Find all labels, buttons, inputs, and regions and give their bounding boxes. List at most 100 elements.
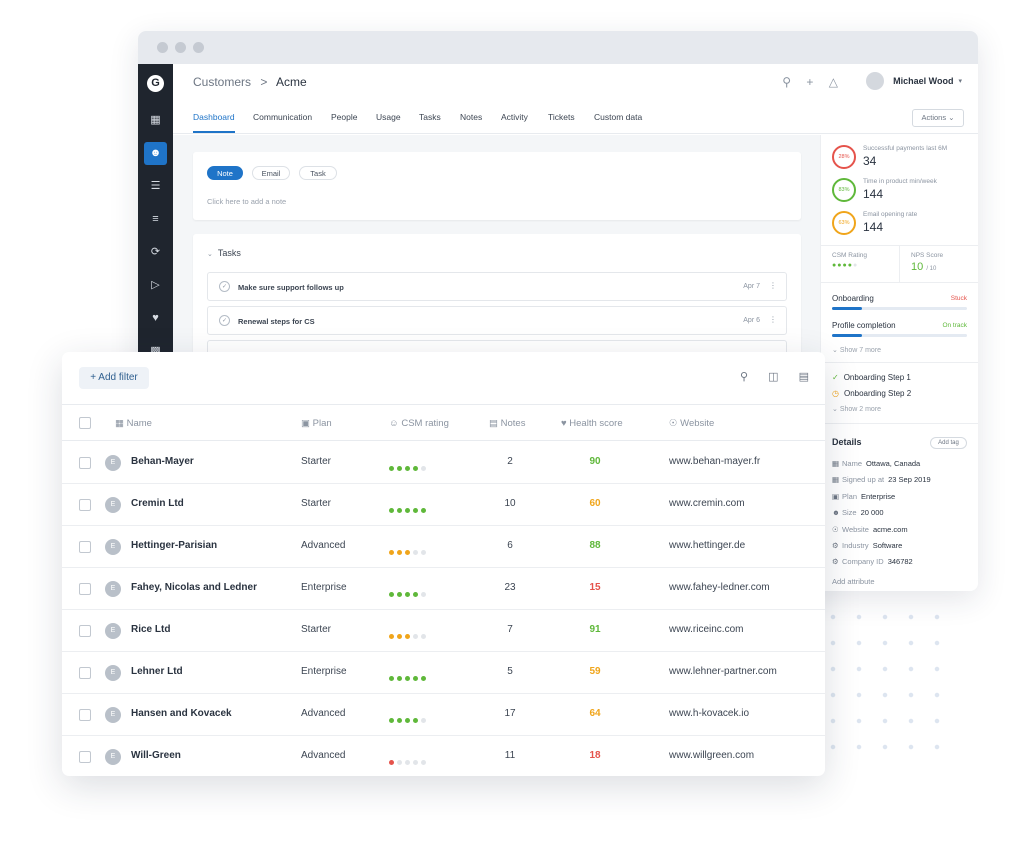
window-close-dot[interactable] [157, 42, 168, 53]
website-link[interactable]: www.lehner-partner.com [669, 666, 777, 677]
tab-dashboard[interactable]: Dashboard [193, 112, 235, 133]
bell-icon[interactable]: △ [829, 75, 838, 89]
show-more-link[interactable]: ⌄ Show 7 more [832, 346, 881, 354]
company-name[interactable]: Will-Green [131, 750, 181, 761]
plus-icon[interactable]: + [806, 75, 813, 89]
health-score: 90 [589, 456, 601, 467]
select-all-checkbox[interactable] [79, 417, 91, 429]
breadcrumb-parent[interactable]: Customers [193, 75, 251, 89]
search-icon[interactable]: ⚲ [782, 75, 791, 89]
users-icon[interactable]: ☻ [144, 142, 167, 165]
check-icon[interactable]: ✓ [219, 281, 230, 292]
rating-dot [421, 550, 426, 555]
row-checkbox[interactable] [79, 541, 91, 553]
tab-people[interactable]: People [331, 112, 357, 122]
company-name[interactable]: Fahey, Nicolas and Ledner [131, 582, 257, 593]
row-checkbox[interactable] [79, 457, 91, 469]
user-menu[interactable]: Michael Wood ▾ [866, 72, 962, 90]
tab-notes[interactable]: Notes [460, 112, 482, 122]
tree-icon[interactable]: ≡ [144, 208, 167, 231]
website-link[interactable]: www.behan-mayer.fr [669, 456, 760, 467]
table-row[interactable]: E Lehner Ltd Enterprise 5 59 www.lehner-partn… [62, 652, 825, 694]
table-row[interactable]: E Hettinger-Parisian Advanced 6 88 www.hettin… [62, 526, 825, 568]
plan-cell: Advanced [301, 540, 346, 551]
website-link[interactable]: www.riceinc.com [669, 624, 743, 635]
archive-icon[interactable]: ▤ [799, 371, 809, 383]
grid-icon[interactable]: ▦ [144, 109, 167, 132]
add-tag-button[interactable]: Add tag [930, 437, 967, 449]
col-health-score[interactable]: ♥ Health score [561, 418, 623, 429]
company-name[interactable]: Lehner Ltd [131, 666, 183, 677]
company-name[interactable]: Hansen and Kovacek [131, 708, 232, 719]
note-input[interactable]: Click here to add a note [207, 197, 286, 206]
note-pill[interactable]: Note [207, 166, 243, 180]
plan-cell: Starter [301, 456, 332, 467]
table-row[interactable]: E Rice Ltd Starter 7 91 www.riceinc.com [62, 610, 825, 652]
tab-activity[interactable]: Activity [501, 112, 528, 122]
website-link[interactable]: www.willgreen.com [669, 750, 754, 761]
tab-tickets[interactable]: Tickets [548, 112, 575, 122]
check-icon[interactable]: ✓ [219, 315, 230, 326]
table-row[interactable]: E Will-Green Advanced 11 18 www.willgreen.com [62, 736, 825, 776]
actions-button[interactable]: Actions ⌄ [912, 109, 964, 127]
row-checkbox[interactable] [79, 709, 91, 721]
row-checkbox[interactable] [79, 499, 91, 511]
row-checkbox[interactable] [79, 625, 91, 637]
table-row[interactable]: E Behan-Mayer Starter 2 90 www.behan-mayer.fr [62, 442, 825, 484]
row-checkbox[interactable] [79, 667, 91, 679]
tasks-card: ⌄ Tasks ✓ Make sure support follows up Ap… [193, 234, 801, 369]
row-checkbox[interactable] [79, 583, 91, 595]
tasks-title[interactable]: ⌄ Tasks [207, 248, 241, 258]
website-link[interactable]: www.fahey-ledner.com [669, 582, 770, 593]
task-item[interactable]: ✓ Renewal steps for CS Apr 6 ⋮ [207, 306, 787, 335]
company-name[interactable]: Behan-Mayer [131, 456, 194, 467]
table-row[interactable]: E Hansen and Kovacek Advanced 17 64 www.h-kov… [62, 694, 825, 736]
window-maximize-dot[interactable] [193, 42, 204, 53]
search-icon[interactable]: ⚲ [740, 371, 748, 383]
add-attribute-link[interactable]: Add attribute [832, 577, 875, 586]
plan-cell: Advanced [301, 708, 346, 719]
email-pill[interactable]: Email [252, 166, 290, 180]
tab-communication[interactable]: Communication [253, 112, 312, 122]
more-icon[interactable]: ⋮ [769, 281, 777, 290]
website-link[interactable]: www.cremin.com [669, 498, 745, 509]
metric-value: 144 [863, 220, 884, 234]
sync-icon[interactable]: ⟳ [144, 241, 167, 264]
export-icon[interactable]: ▷ [144, 274, 167, 297]
tab-tasks[interactable]: Tasks [419, 112, 441, 122]
progress-ring: 28% [832, 145, 856, 169]
company-name[interactable]: Cremin Ltd [131, 498, 184, 509]
col-name[interactable]: ▦ Name [115, 418, 152, 429]
onboarding-step[interactable]: ◷ Onboarding Step 2 [832, 389, 911, 398]
rating-dot [421, 466, 426, 471]
onboarding-step[interactable]: ✓ Onboarding Step 1 [832, 373, 911, 382]
more-icon[interactable]: ⋮ [769, 315, 777, 324]
table-row[interactable]: E Cremin Ltd Starter 10 60 www.cremin.com [62, 484, 825, 526]
company-name[interactable]: Hettinger-Parisian [131, 540, 217, 551]
avatar [866, 72, 885, 90]
rating-dot [389, 508, 394, 513]
col-notes[interactable]: ▤ Notes [489, 418, 525, 429]
list-icon[interactable]: ☰ [144, 175, 167, 198]
columns-icon[interactable]: ◫ [768, 371, 778, 383]
rating-dot [389, 592, 394, 597]
breadcrumb-separator: > [260, 75, 268, 89]
tab-usage[interactable]: Usage [376, 112, 401, 122]
col-csm-rating[interactable]: ☺ CSM rating [389, 418, 449, 429]
heart-icon[interactable]: ♥ [144, 307, 167, 330]
company-name[interactable]: Rice Ltd [131, 624, 170, 635]
show-more-link[interactable]: ⌄ Show 2 more [832, 405, 881, 413]
col-plan[interactable]: ▣ Plan [301, 418, 332, 429]
task-pill[interactable]: Task [299, 166, 337, 180]
tab-custom-data[interactable]: Custom data [594, 112, 642, 122]
rating-dot [405, 634, 410, 639]
table-row[interactable]: E Fahey, Nicolas and Ledner Enterprise 23 15… [62, 568, 825, 610]
website-link[interactable]: www.h-kovacek.io [669, 708, 749, 719]
add-filter-button[interactable]: + Add filter [79, 367, 149, 389]
row-checkbox[interactable] [79, 751, 91, 763]
col-website[interactable]: ☉ Website [669, 418, 714, 429]
website-link[interactable]: www.hettinger.de [669, 540, 745, 551]
plan-cell: Advanced [301, 750, 346, 761]
task-item[interactable]: ✓ Make sure support follows up Apr 7 ⋮ [207, 272, 787, 301]
window-minimize-dot[interactable] [175, 42, 186, 53]
